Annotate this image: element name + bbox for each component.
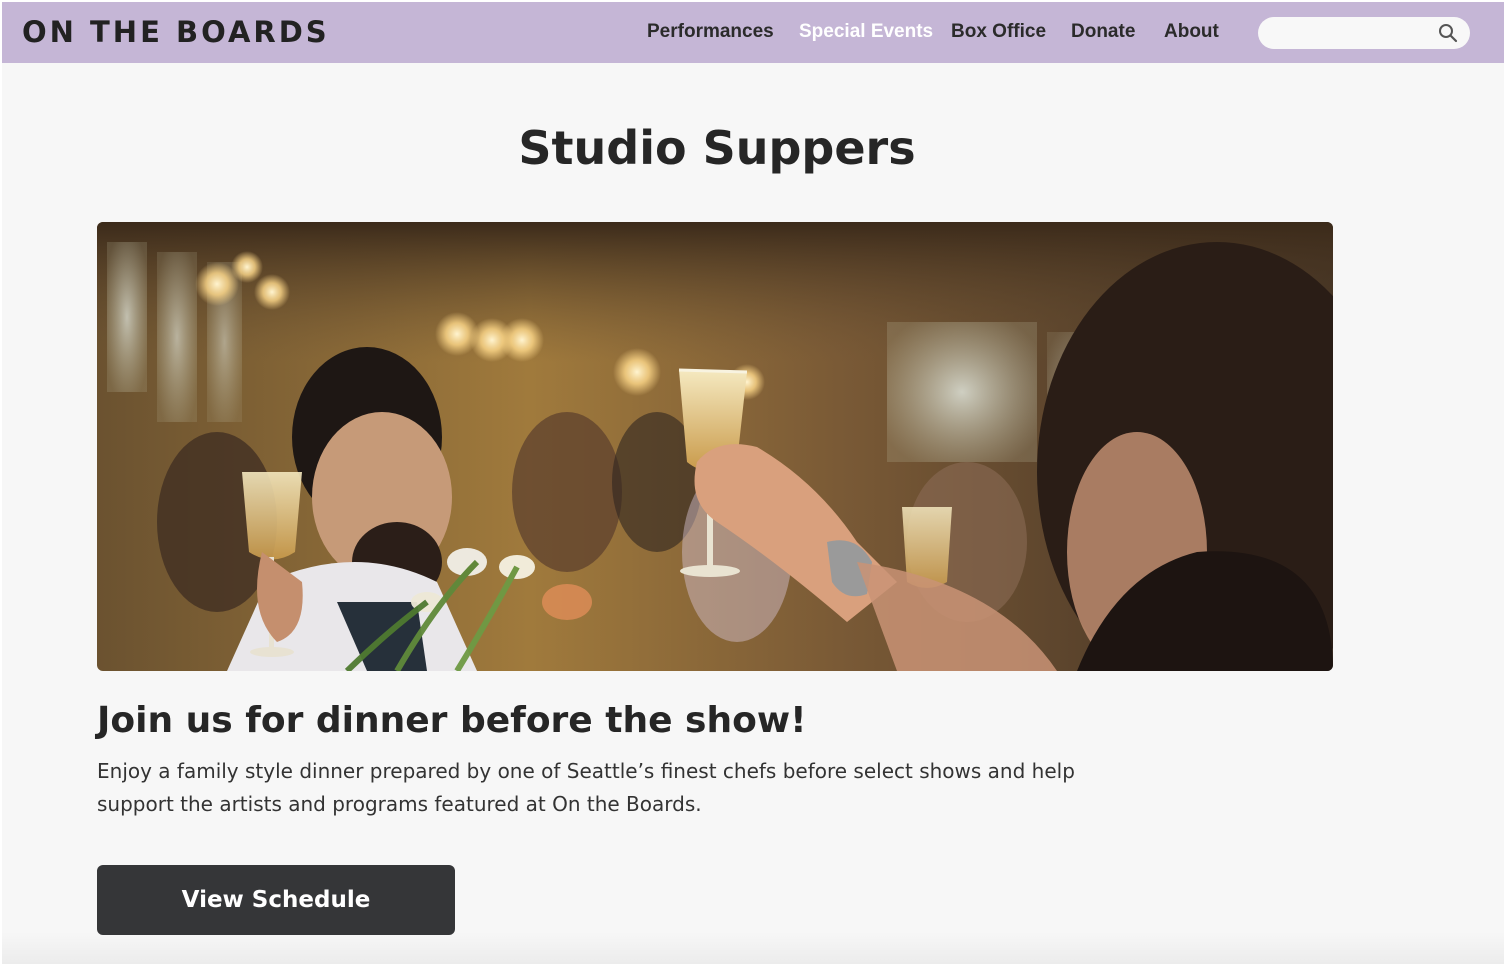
nav-donate[interactable]: Donate <box>1071 20 1135 44</box>
search-icon[interactable] <box>1438 23 1458 43</box>
page-title: Studio Suppers <box>518 121 916 175</box>
nav-box-office[interactable]: Box Office <box>951 20 1046 44</box>
search-box[interactable] <box>1258 17 1470 49</box>
page-bottom-shadow <box>2 932 1504 964</box>
view-schedule-button[interactable]: View Schedule <box>97 865 455 935</box>
nav-performances[interactable]: Performances <box>647 20 774 44</box>
event-description: Enjoy a family style dinner prepared by … <box>97 759 1075 816</box>
top-navbar: ON THE BOARDS Performances Special Event… <box>2 2 1504 63</box>
site-logo[interactable]: ON THE BOARDS <box>22 14 330 50</box>
dinner-toast-photo <box>97 222 1333 671</box>
search-input[interactable] <box>1272 21 1436 47</box>
nav-about[interactable]: About <box>1164 20 1219 44</box>
hero-image <box>97 222 1333 671</box>
page: ON THE BOARDS Performances Special Event… <box>2 2 1504 964</box>
section-heading: Join us for dinner before the show! <box>97 700 807 741</box>
nav-special-events[interactable]: Special Events <box>799 20 933 44</box>
